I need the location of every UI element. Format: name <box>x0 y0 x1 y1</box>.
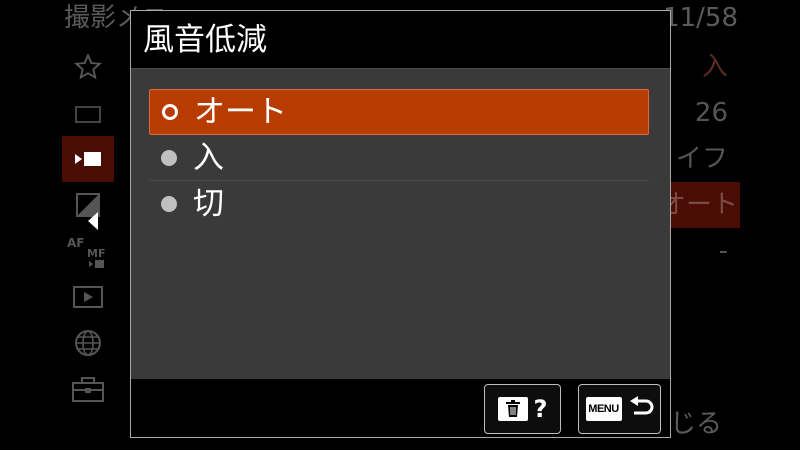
menu-back-button[interactable]: MENU <box>578 384 661 434</box>
svg-text:MF: MF <box>87 247 105 260</box>
background-value: 入 <box>701 52 728 82</box>
radio-unselected-icon <box>161 149 177 166</box>
dialog-footer: ? MENU <box>131 379 670 437</box>
dialog-title: 風音低減 <box>131 11 670 69</box>
star-icon[interactable] <box>62 44 114 90</box>
still-camera-icon[interactable] <box>62 90 114 136</box>
trash-icon <box>497 397 528 421</box>
wind-noise-dialog: 風音低減 オート 入 切 ? MENU <box>130 10 671 438</box>
background-value: 26 <box>694 98 728 128</box>
playback-icon[interactable] <box>62 274 114 320</box>
option-auto[interactable]: オート <box>149 89 649 135</box>
return-arrow-icon <box>628 395 654 423</box>
background-page-indicator: 11/58 <box>663 3 738 33</box>
option-list: オート 入 切 <box>149 89 649 227</box>
help-question-mark: ? <box>533 395 548 423</box>
background-value: - <box>718 236 728 266</box>
toolbox-icon[interactable] <box>62 366 114 412</box>
radio-selected-icon <box>162 104 178 120</box>
globe-icon[interactable] <box>62 320 114 366</box>
camera-screen: 撮影メニュー 11/58 AFMF 入 26 イフ オート <box>0 0 800 450</box>
left-arrow-icon <box>88 212 98 230</box>
movie-icon[interactable] <box>62 136 114 182</box>
dialog-body: オート 入 切 <box>131 69 670 379</box>
background-value-highlighted: オート <box>660 182 740 228</box>
option-label: 入 <box>193 139 224 176</box>
option-off[interactable]: 切 <box>149 181 649 227</box>
help-button[interactable]: ? <box>484 384 561 434</box>
background-values: 入 26 イフ オート - <box>660 44 740 274</box>
svg-text:AF: AF <box>67 236 84 250</box>
option-label: 切 <box>193 186 224 222</box>
menu-icon: MENU <box>585 397 622 421</box>
option-label: オート <box>194 94 287 130</box>
af-mf-icon[interactable]: AF MF <box>62 228 114 274</box>
radio-unselected-icon <box>161 196 177 212</box>
option-on[interactable]: 入 <box>149 135 649 181</box>
background-value: イフ <box>675 144 728 174</box>
